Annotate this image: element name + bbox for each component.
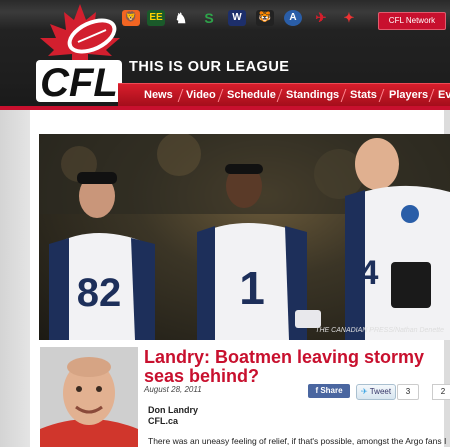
nav-video[interactable]: Video [186,84,216,107]
jersey-number-right: 4 [360,254,379,292]
extra-team-logo[interactable]: ✦ [340,10,358,26]
hero-photo[interactable]: 82 1 4 THE CANADIAN PRESS/Nathan Denette [39,134,450,340]
nav-separator [276,89,283,102]
saskatchewan-roughriders-logo[interactable]: S [200,10,218,26]
twitter-bird-icon: ✈ [360,387,370,396]
tweet-label: Tweet [369,387,392,396]
cfl-network-button[interactable]: CFL Network [378,12,446,30]
tagline: THIS IS OUR LEAGUE [129,59,289,75]
edmonton-eskimos-logo[interactable]: EE [147,10,165,26]
nav-news[interactable]: News [144,84,173,107]
tagline-emphasis: OUR [187,59,222,75]
nav-separator [428,89,435,102]
nav-separator [177,89,184,102]
calgary-stampeders-logo[interactable]: ♞ [172,10,190,26]
main-nav: News Video Schedule Standings Stats Play… [118,83,450,107]
tweet-count: 3 [397,384,419,400]
jersey-number-center: 1 [239,262,265,314]
winnipeg-blue-bombers-logo[interactable]: W [228,10,246,26]
site-header: 🦁 EE ♞ S W 🐯 A ✈ ✦ CFL Network CFL THIS … [0,0,450,107]
nav-players[interactable]: Players [389,84,428,107]
nav-events[interactable]: Ev [438,84,450,107]
nav-separator [340,89,347,102]
tagline-prefix: THIS IS [129,59,188,75]
author-name[interactable]: Don Landry [148,405,198,415]
plusone-count: 2 [432,384,450,400]
facebook-share-label: Share [320,386,343,395]
article-headline[interactable]: Landry: Boatmen leaving stormy seas behi… [144,348,444,386]
tweet-button[interactable]: ✈ Tweet [356,384,396,400]
avatar-portrait [40,347,138,447]
photo-credit: THE CANADIAN PRESS/Nathan Denette [315,327,444,334]
nav-separator [217,89,224,102]
author-source: CFL.ca [148,416,179,426]
article-date: August 28, 2011 [144,385,202,394]
nav-stats[interactable]: Stats [350,84,377,107]
hamilton-tiger-cats-logo[interactable]: 🐯 [256,10,274,26]
nav-standings[interactable]: Standings [286,84,339,107]
author-avatar [40,347,138,447]
nav-separator [378,89,385,102]
facebook-share-button[interactable]: f Share [308,384,350,398]
jersey-number-left: 82 [77,271,122,315]
cfl-logo[interactable]: CFL [34,2,126,106]
page-gutter-left [0,110,30,447]
nav-schedule[interactable]: Schedule [227,84,276,107]
logo-text: CFL [40,61,118,105]
toronto-argonauts-logo[interactable]: A [284,10,302,26]
hero-illustration: 82 1 4 [39,134,450,340]
montreal-alouettes-logo[interactable]: ✈ [312,10,330,26]
tagline-suffix: LEAGUE [221,59,290,75]
article-body: There was an uneasy feeling of relief, i… [148,436,447,446]
